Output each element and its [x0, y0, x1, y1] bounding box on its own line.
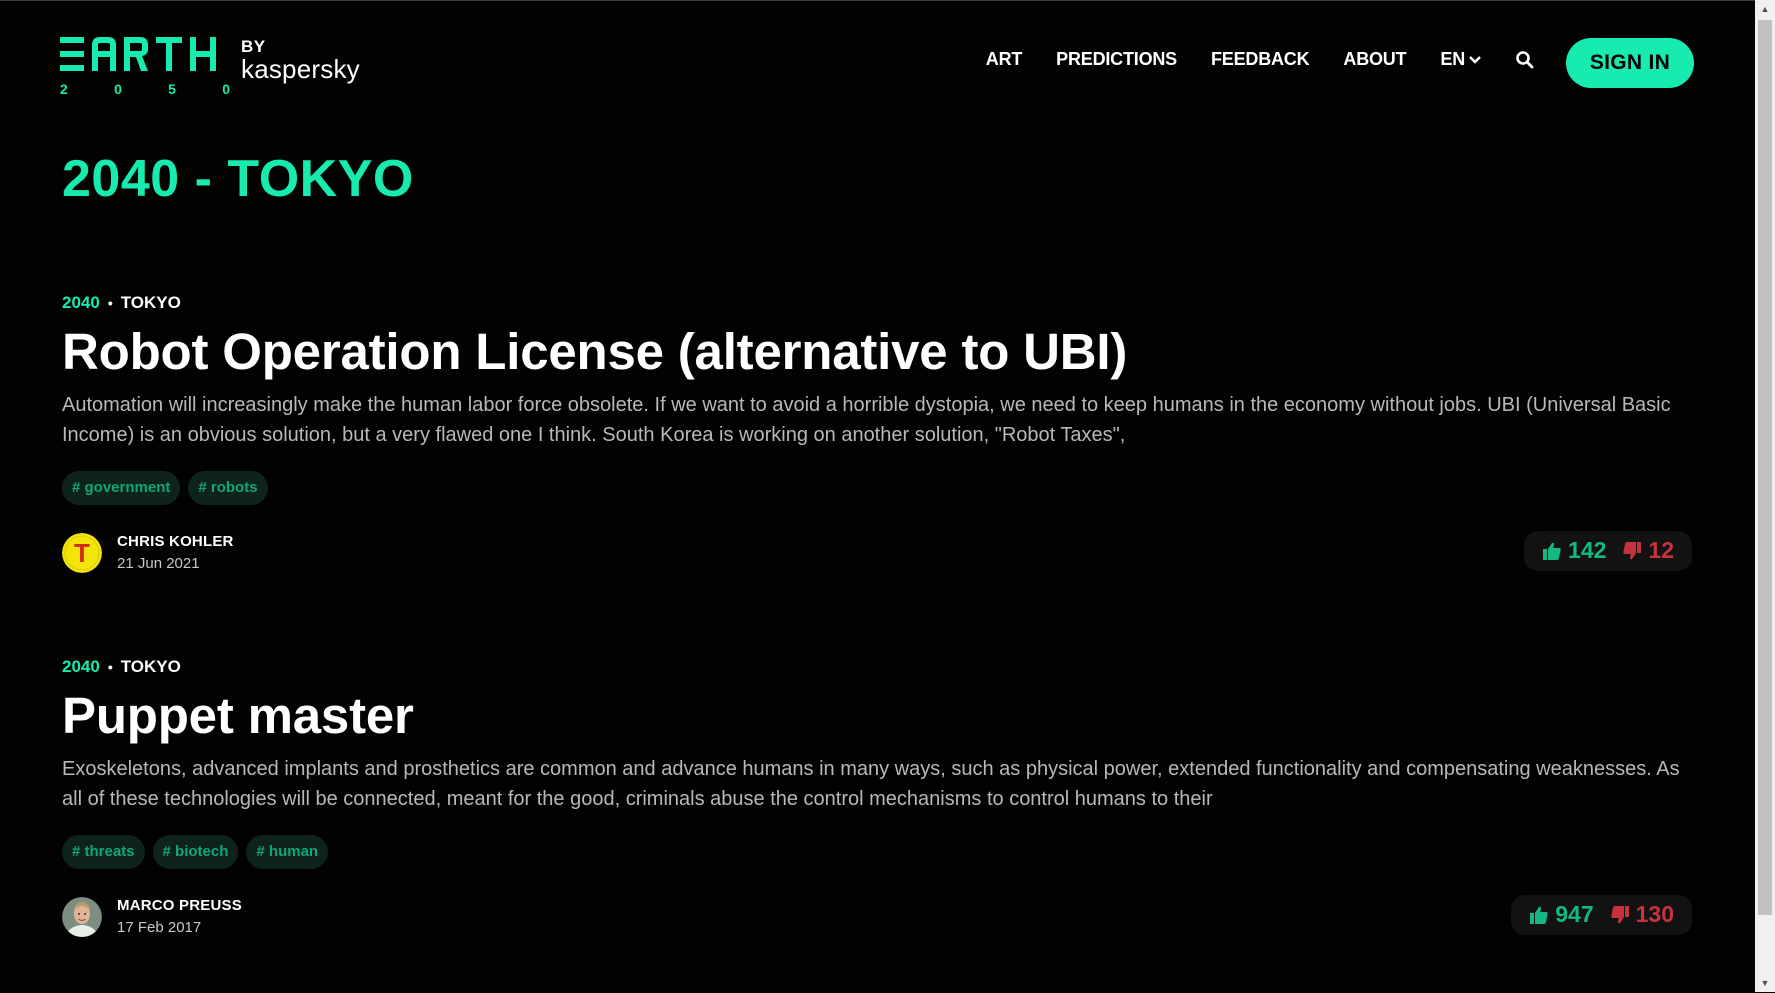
post-tags: # government # robots	[62, 470, 1692, 505]
scroll-up-arrow-icon[interactable]: ▲	[1755, 0, 1775, 18]
author-row: T CHRIS KOHLER 21 Jun 2021 142 12	[62, 530, 1692, 579]
tag-biotech[interactable]: # biotech	[152, 834, 239, 869]
avatar-letter: T	[74, 538, 90, 568]
prediction-card: 2040 • TOKYO Puppet master Exoskeletons,…	[62, 657, 1692, 943]
avatar-image: T	[62, 532, 102, 573]
like-count: 947	[1555, 901, 1594, 928]
page-title: 2040 - TOKYO	[62, 150, 414, 208]
post-meta: 2040 • TOKYO	[62, 293, 1692, 313]
post-excerpt: Automation will increasingly make the hu…	[62, 393, 1671, 446]
thumbs-up-icon	[1543, 542, 1561, 560]
earth-2050-logo[interactable]: BY kaspersky 2 0 5 0	[60, 37, 360, 99]
nav-feedback[interactable]: FEEDBACK	[1211, 49, 1310, 70]
vote-box: 142 12	[1524, 530, 1692, 571]
dislike-count: 130	[1635, 901, 1674, 928]
tag-human[interactable]: # human	[246, 834, 329, 869]
dislike-count: 12	[1648, 537, 1674, 564]
nav-about[interactable]: ABOUT	[1343, 49, 1406, 70]
search-icon	[1516, 50, 1534, 68]
post-date: 21 Jun 2021	[117, 554, 200, 572]
post-year[interactable]: 2040	[62, 293, 100, 313]
post-title[interactable]: Robot Operation License (alternative to …	[62, 323, 1692, 382]
nav-predictions[interactable]: PREDICTIONS	[1056, 49, 1177, 70]
logo-year-digit: 2	[60, 81, 68, 97]
author-name[interactable]: MARCO PREUSS	[117, 897, 242, 914]
thumbs-down-icon	[1610, 905, 1629, 923]
tag-robots[interactable]: # robots	[188, 470, 268, 505]
post-city[interactable]: TOKYO	[121, 293, 181, 313]
post-year[interactable]: 2040	[62, 657, 100, 677]
post-date: 17 Feb 2017	[117, 918, 202, 936]
post-excerpt: Exoskeletons, advanced implants and pros…	[62, 757, 1680, 810]
chevron-down-icon	[1469, 55, 1481, 64]
logo-year-digit: 0	[222, 81, 230, 97]
like-count: 142	[1568, 537, 1607, 564]
like-button[interactable]: 947	[1529, 901, 1594, 928]
vote-box: 947 130	[1511, 894, 1692, 935]
post-title[interactable]: Puppet master	[62, 687, 1692, 746]
avatar[interactable]: T	[62, 532, 102, 573]
logo-year-digit: 5	[168, 81, 176, 97]
scroll-down-arrow-icon[interactable]: ▼	[1755, 974, 1775, 992]
post-meta: 2040 • TOKYO	[62, 657, 1692, 677]
tag-government[interactable]: # government	[62, 470, 181, 505]
author-name[interactable]: CHRIS KOHLER	[117, 533, 234, 550]
tag-threats[interactable]: # threats	[62, 834, 145, 869]
like-button[interactable]: 142	[1542, 537, 1606, 564]
logo-year-digit: 0	[114, 81, 122, 97]
earth-logo-mark	[60, 37, 216, 71]
dislike-button[interactable]: 12	[1622, 537, 1674, 564]
thumbs-up-icon	[1530, 906, 1548, 924]
logo-year: 2 0 5 0	[60, 81, 230, 97]
thumbs-down-icon	[1623, 541, 1642, 559]
post-tags: # threats # biotech # human	[62, 834, 1692, 869]
sign-in-button[interactable]: SIGN IN	[1566, 38, 1694, 88]
meta-separator: •	[107, 659, 113, 675]
post-city[interactable]: TOKYO	[121, 657, 181, 677]
language-label: EN	[1440, 49, 1465, 69]
avatar[interactable]	[62, 896, 102, 937]
language-selector[interactable]: EN	[1440, 49, 1481, 70]
dislike-button[interactable]: 130	[1610, 901, 1674, 928]
main-nav: ART PREDICTIONS FEEDBACK ABOUT EN	[986, 49, 1535, 70]
prediction-card: 2040 • TOKYO Robot Operation License (al…	[62, 293, 1692, 579]
avatar-photo	[62, 896, 102, 937]
meta-separator: •	[107, 295, 113, 311]
author-row: MARCO PREUSS 17 Feb 2017 947 130	[62, 894, 1692, 943]
scrollbar-thumb[interactable]	[1758, 20, 1772, 915]
logo-kaspersky-text: kaspersky	[241, 54, 360, 84]
vertical-scrollbar[interactable]: ▲ ▼	[1755, 0, 1775, 992]
search-button[interactable]	[1515, 50, 1535, 70]
nav-art[interactable]: ART	[986, 49, 1023, 70]
page: BY kaspersky 2 0 5 0 ART PREDICTIONS FEE…	[0, 0, 1755, 993]
